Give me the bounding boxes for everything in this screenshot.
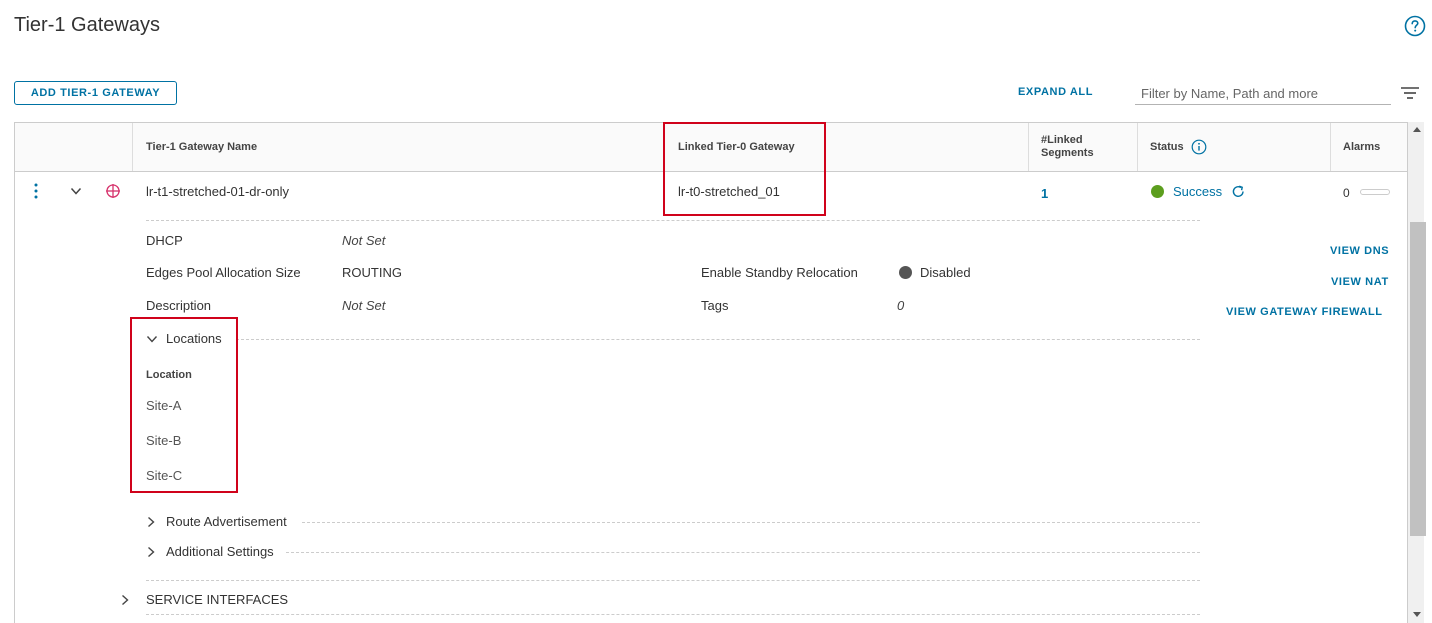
standby-relocation-value: Disabled [920, 265, 971, 280]
additional-settings-label: Additional Settings [166, 544, 274, 559]
info-icon[interactable] [1191, 139, 1207, 155]
header-status-label: Status [1150, 141, 1184, 153]
header-alarms[interactable]: Alarms [1343, 123, 1380, 171]
column-divider [1137, 123, 1138, 171]
dhcp-label: DHCP [146, 233, 183, 248]
view-gateway-firewall-link[interactable]: VIEW GATEWAY FIREWALL [1226, 306, 1383, 318]
help-icon[interactable] [1404, 15, 1426, 37]
status-success-dot [1151, 185, 1164, 198]
header-status[interactable]: Status [1150, 123, 1207, 171]
status-text[interactable]: Success [1173, 184, 1222, 199]
service-interfaces-toggle[interactable]: SERVICE INTERFACES [146, 592, 288, 607]
add-tier1-gateway-button[interactable]: ADD TIER-1 GATEWAY [14, 81, 177, 105]
additional-settings-toggle[interactable]: Additional Settings [146, 544, 274, 559]
standby-relocation-label: Enable Standby Relocation [701, 265, 858, 280]
description-label: Description [146, 298, 212, 313]
locations-divider [236, 339, 1200, 340]
refresh-icon[interactable] [1231, 184, 1246, 199]
filter-input[interactable] [1135, 82, 1391, 105]
column-divider [132, 123, 133, 171]
disabled-dot [899, 266, 912, 279]
tags-value: 0 [897, 298, 905, 313]
gateway-icon [106, 184, 120, 198]
route-advertisement-divider [302, 522, 1200, 523]
route-advertisement-label: Route Advertisement [166, 514, 287, 529]
alarms-count: 0 [1343, 186, 1350, 200]
gateway-name-cell: lr-t1-stretched-01-dr-only [146, 184, 290, 199]
column-divider [1330, 123, 1331, 171]
chevron-right-icon [148, 546, 155, 557]
row-menu-icon[interactable] [33, 182, 39, 200]
header-linked-segments[interactable]: #Linked Segments [1041, 123, 1121, 171]
chevron-right-icon[interactable] [120, 594, 130, 606]
service-interfaces-divider [146, 614, 1200, 615]
expand-all-button[interactable]: EXPAND ALL [1018, 86, 1093, 98]
dhcp-value: Not Set [342, 233, 386, 248]
column-divider [1028, 123, 1029, 171]
additional-settings-divider [286, 552, 1200, 553]
highlight-linked-tier0 [663, 122, 826, 216]
chevron-down-icon[interactable] [70, 186, 82, 196]
scroll-down-arrow[interactable] [1413, 612, 1421, 617]
section-divider [146, 580, 1200, 581]
chevron-right-icon [148, 516, 155, 527]
page-title: Tier-1 Gateways [14, 14, 160, 36]
tags-label: Tags [701, 298, 729, 313]
linked-segments-count[interactable]: 1 [1041, 186, 1048, 201]
edges-pool-value: ROUTING [342, 265, 402, 280]
scrollbar-thumb[interactable] [1410, 222, 1426, 536]
description-value: Not Set [342, 298, 386, 313]
header-gateway-name[interactable]: Tier-1 Gateway Name [146, 123, 257, 171]
scroll-up-arrow[interactable] [1413, 127, 1421, 132]
view-nat-link[interactable]: VIEW NAT [1331, 276, 1389, 288]
edges-pool-label: Edges Pool Allocation Size [146, 265, 301, 280]
filter-icon[interactable] [1400, 85, 1420, 101]
detail-divider [146, 220, 1200, 221]
view-dns-link[interactable]: VIEW DNS [1330, 245, 1389, 257]
alarms-bar [1360, 189, 1390, 195]
route-advertisement-toggle[interactable]: Route Advertisement [146, 514, 287, 529]
highlight-locations [130, 317, 238, 493]
